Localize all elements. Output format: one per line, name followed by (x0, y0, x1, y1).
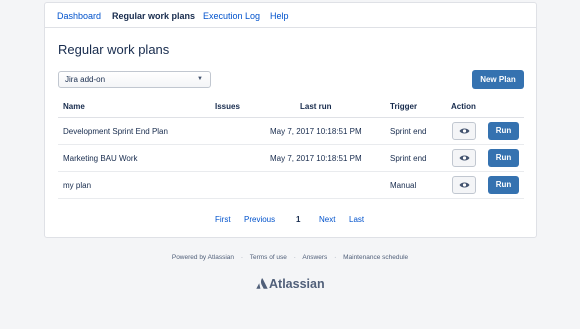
footer-powered-by[interactable]: Powered by Atlassian (172, 254, 234, 261)
plan-name: my plan (63, 181, 92, 190)
footer-maintenance-schedule[interactable]: Maintenance schedule (343, 254, 408, 261)
pagination-last[interactable]: Last (349, 215, 364, 224)
table-row: my plan Manual Run (58, 172, 524, 199)
column-header-action: Action (451, 102, 476, 111)
new-plan-button[interactable]: New Plan (472, 70, 524, 89)
tab-regular-work-plans[interactable]: Regular work plans (112, 11, 195, 21)
run-button[interactable]: Run (488, 122, 519, 140)
main-panel: Dashboard Regular work plans Execution L… (44, 2, 537, 238)
tab-execution-log[interactable]: Execution Log (203, 11, 260, 21)
run-button[interactable]: Run (488, 176, 519, 194)
column-header-last-run: Last run (300, 102, 332, 111)
view-plan-button[interactable] (452, 176, 476, 194)
column-header-name: Name (63, 102, 85, 111)
footer-answers[interactable]: Answers (302, 254, 327, 261)
pagination-first[interactable]: First (215, 215, 231, 224)
table-row: Marketing BAU Work May 7, 2017 10:18:51 … (58, 145, 524, 172)
footer: Powered by Atlassian · Terms of use · An… (0, 254, 580, 261)
plan-trigger: Sprint end (390, 127, 427, 136)
top-nav: Dashboard Regular work plans Execution L… (45, 3, 536, 28)
eye-icon (459, 155, 470, 161)
plan-last-run: May 7, 2017 10:18:51 PM (270, 154, 362, 163)
footer-terms-of-use[interactable]: Terms of use (250, 254, 287, 261)
plan-trigger: Manual (390, 181, 417, 190)
column-header-issues: Issues (215, 102, 240, 111)
plan-name: Marketing BAU Work (63, 154, 138, 163)
table-row: Development Sprint End Plan May 7, 2017 … (58, 118, 524, 145)
footer-separator: · (240, 254, 243, 261)
plan-trigger: Sprint end (390, 154, 427, 163)
plan-last-run: May 7, 2017 10:18:51 PM (270, 127, 362, 136)
tab-help[interactable]: Help (270, 11, 289, 21)
pagination-next[interactable]: Next (319, 215, 335, 224)
view-plan-button[interactable] (452, 149, 476, 167)
run-button[interactable]: Run (488, 149, 519, 167)
eye-icon (459, 182, 470, 188)
column-header-trigger: Trigger (390, 102, 418, 111)
select-value: Jira add-on (65, 75, 106, 84)
pagination-previous[interactable]: Previous (244, 215, 275, 224)
atlassian-logo-text: Atlassian (269, 277, 325, 291)
chevron-down-icon: ▼ (197, 76, 203, 82)
eye-icon (459, 128, 470, 134)
footer-separator: · (334, 254, 337, 261)
view-plan-button[interactable] (452, 122, 476, 140)
pagination-current: 1 (296, 215, 301, 224)
footer-separator: · (293, 254, 296, 261)
page-title: Regular work plans (58, 42, 170, 57)
plan-name: Development Sprint End Plan (63, 127, 168, 136)
atlassian-logo-icon (256, 278, 268, 289)
tab-dashboard[interactable]: Dashboard (57, 11, 101, 21)
atlassian-logo: Atlassian (256, 277, 325, 291)
project-type-select[interactable]: Jira add-on ▼ (58, 71, 211, 88)
